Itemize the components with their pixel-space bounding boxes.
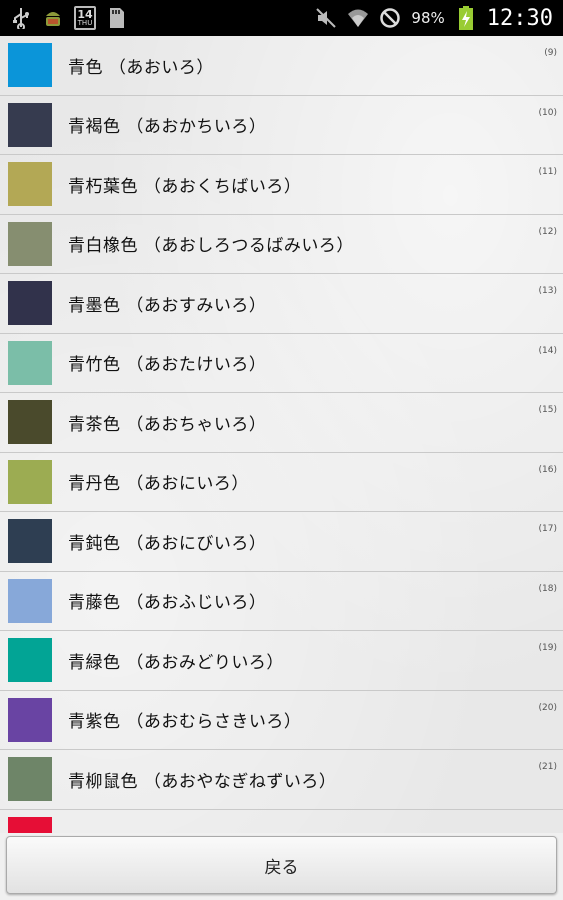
color-index: (16) xyxy=(538,464,557,475)
color-swatch xyxy=(8,578,52,623)
color-list-item[interactable]: 青柳鼠色 （あおやなぎねずいろ） (21) xyxy=(0,750,563,810)
color-list-item[interactable]: 青朽葉色 （あおくちばいろ） (11) xyxy=(0,155,563,215)
color-name: 青鈍色 （あおにびいろ） xyxy=(68,533,267,554)
color-name: 青紫色 （あおむらさきいろ） xyxy=(68,712,302,733)
color-list[interactable]: 青色 （あおいろ） (9) 青褐色 （あおかちいろ） (10) 青朽葉色 （あおくちばい… xyxy=(0,36,563,833)
color-index: (14) xyxy=(538,345,557,356)
color-index: (13) xyxy=(538,286,557,296)
color-list-item[interactable]: 青竹色 （あおたけいろ） (14) xyxy=(0,334,563,393)
color-index: (21) xyxy=(538,762,557,772)
color-name: 青柳鼠色 （あおやなぎねずいろ） xyxy=(68,771,337,792)
calendar-icon: 14 THU xyxy=(74,6,96,30)
color-swatch xyxy=(8,400,52,445)
color-list-item[interactable]: 青藤色 （あおふじいろ） (18) xyxy=(0,572,563,631)
color-list-item[interactable] xyxy=(0,810,563,833)
usb-icon xyxy=(10,7,32,29)
status-bar: 14 THU 98% 12:30 xyxy=(0,0,563,36)
footer: 戻る xyxy=(0,833,563,900)
color-index: (12) xyxy=(538,226,557,237)
color-swatch xyxy=(8,757,52,802)
clock: 12:30 xyxy=(486,5,553,31)
color-swatch xyxy=(8,221,52,266)
battery-charging-icon xyxy=(455,6,477,30)
color-index: (20) xyxy=(538,702,557,713)
color-list-item[interactable]: 青鈍色 （あおにびいろ） (17) xyxy=(0,512,563,572)
color-list-item[interactable]: 青墨色 （あおすみいろ） (13) xyxy=(0,274,563,334)
color-list-item[interactable]: 青紫色 （あおむらさきいろ） (20) xyxy=(0,691,563,750)
calendar-weekday: THU xyxy=(77,19,93,27)
color-list-item[interactable]: 青緑色 （あおみどりいろ） (19) xyxy=(0,631,563,691)
color-list-item[interactable]: 青丹色 （あおにいろ） (16) xyxy=(0,453,563,512)
sd-card-icon xyxy=(106,7,128,29)
color-index: (19) xyxy=(538,643,557,653)
color-index: (17) xyxy=(538,524,557,534)
status-bar-system: 98% 12:30 xyxy=(315,6,553,31)
color-name: 青茶色 （あおちゃいろ） xyxy=(68,414,267,435)
color-name: 青墨色 （あおすみいろ） xyxy=(68,295,267,316)
color-list-item[interactable]: 青茶色 （あおちゃいろ） (15) xyxy=(0,393,563,453)
color-name: 青褐色 （あおかちいろ） xyxy=(68,117,267,138)
color-swatch xyxy=(8,43,52,88)
android-debug-icon xyxy=(42,7,64,29)
status-bar-notifications: 14 THU xyxy=(10,6,128,30)
color-list-item[interactable]: 青色 （あおいろ） (9) xyxy=(0,36,563,96)
color-index: (15) xyxy=(538,405,557,415)
color-name: 青朽葉色 （あおくちばいろ） xyxy=(68,176,302,197)
color-swatch xyxy=(8,102,52,147)
mute-icon xyxy=(315,7,337,29)
color-name: 青丹色 （あおにいろ） xyxy=(68,474,249,495)
color-index: (9) xyxy=(544,48,557,58)
color-name: 青緑色 （あおみどりいろ） xyxy=(68,652,284,673)
color-swatch xyxy=(8,638,52,683)
color-name: 青竹色 （あおたけいろ） xyxy=(68,355,267,376)
color-swatch xyxy=(8,340,52,385)
color-swatch xyxy=(8,281,52,326)
color-list-item[interactable]: 青褐色 （あおかちいろ） (10) xyxy=(0,96,563,155)
color-index: (18) xyxy=(538,583,557,594)
color-swatch xyxy=(8,697,52,742)
color-swatch xyxy=(8,162,52,207)
no-signal-icon xyxy=(379,7,401,29)
color-list-item[interactable]: 青白橡色 （あおしろつるばみいろ） (12) xyxy=(0,215,563,274)
color-swatch xyxy=(8,459,52,504)
back-button[interactable]: 戻る xyxy=(6,836,557,894)
color-index: (11) xyxy=(538,167,557,177)
color-swatch xyxy=(8,519,52,564)
battery-percent: 98% xyxy=(411,9,445,27)
color-name: 青白橡色 （あおしろつるばみいろ） xyxy=(68,236,354,257)
color-swatch xyxy=(8,816,52,833)
color-name: 青藤色 （あおふじいろ） xyxy=(68,593,267,614)
color-index: (10) xyxy=(538,107,557,118)
wifi-icon xyxy=(347,7,369,29)
color-name: 青色 （あおいろ） xyxy=(68,57,214,78)
